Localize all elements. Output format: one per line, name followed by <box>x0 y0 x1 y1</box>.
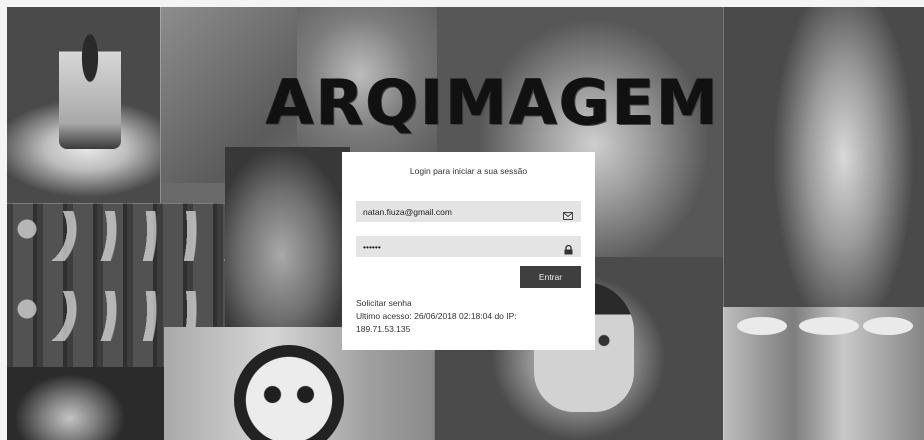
email-field[interactable] <box>356 201 581 222</box>
email-input[interactable] <box>363 201 557 222</box>
password-input[interactable] <box>363 236 557 257</box>
app-logo: ARQIMAGEM <box>266 66 721 139</box>
envelope-icon <box>563 207 573 225</box>
photo-seated-performer <box>7 7 160 203</box>
login-card: Login para iniciar a sua sessão Entrar S… <box>342 152 595 350</box>
photo-old-man <box>7 367 164 440</box>
password-field[interactable] <box>356 236 581 257</box>
request-password-link[interactable]: Solicitar senha <box>356 297 581 310</box>
photo-woman-dress <box>225 147 350 327</box>
last-access-text: Ultimo acesso: 26/06/2018 02:18:04 do IP… <box>356 311 517 321</box>
login-title: Login para iniciar a sua sessão <box>409 166 528 176</box>
lock-icon <box>564 242 573 260</box>
photo-hat-group <box>723 307 924 440</box>
last-access-ip: 189.71.53.135 <box>356 324 411 334</box>
login-button[interactable]: Entrar <box>520 266 581 288</box>
photo-dancer <box>723 7 924 307</box>
